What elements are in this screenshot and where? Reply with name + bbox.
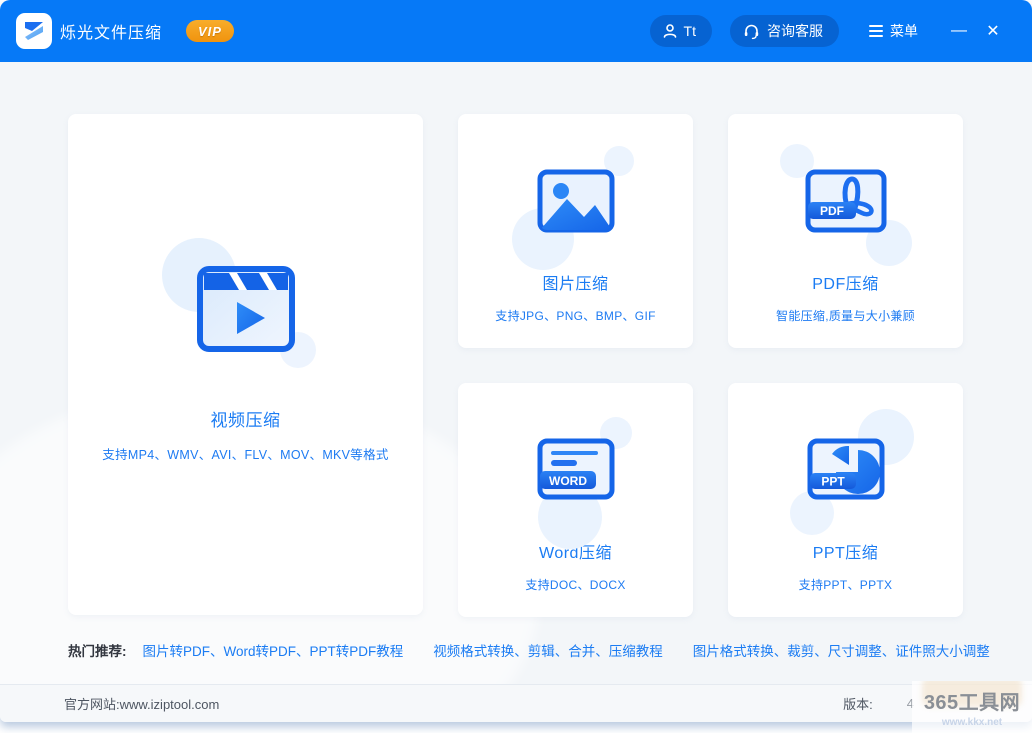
card-ppt-compress[interactable]: PPT PPT压缩 支持PPT、PPTX — [728, 383, 963, 617]
card-subtitle: 支持DOC、DOCX — [525, 576, 625, 593]
card-image-compress[interactable]: 图片压缩 支持JPG、PNG、BMP、GIF — [458, 114, 693, 348]
card-title: 视频压缩 — [211, 406, 281, 431]
app-window: 烁光文件压缩 VIP Tt 咨询客服 菜 — [0, 0, 1032, 722]
word-compress-icon: WORD — [534, 435, 618, 505]
main-area: 视频压缩 支持MP4、WMV、AVI、FLV、MOV、MKV等格式 — [0, 62, 1032, 684]
pdf-compress-icon: PDF — [802, 166, 890, 236]
watermark: 365工具网 www.kkx.net — [912, 681, 1032, 733]
card-title: PDF压缩 — [812, 270, 879, 294]
menu-label: 菜单 — [890, 21, 918, 41]
support-button[interactable]: 咨询客服 — [730, 15, 839, 47]
card-subtitle: 支持MP4、WMV、AVI、FLV、MOV、MKV等格式 — [102, 444, 388, 463]
footer-bar: 官方网站:www.iziptool.com 版本: 4 — [0, 684, 1032, 722]
hot-link-video-tutorials[interactable]: 视频格式转换、剪辑、合并、压缩教程 — [433, 640, 663, 660]
official-website: 官方网站:www.iziptool.com — [64, 694, 219, 713]
ppt-compress-icon: PPT — [804, 435, 888, 505]
ppt-badge-label: PPT — [821, 475, 845, 489]
image-compress-icon — [534, 166, 618, 236]
hot-link-image-tutorials[interactable]: 图片格式转换、裁剪、尺寸调整、证件照大小调整 — [693, 640, 990, 660]
app-title: 烁光文件压缩 — [60, 0, 162, 62]
close-button[interactable]: ✕ — [976, 21, 1010, 41]
card-subtitle: 智能压缩,质量与大小兼顾 — [776, 307, 915, 324]
card-subtitle: 支持PPT、PPTX — [799, 576, 893, 593]
card-title: 图片压缩 — [542, 270, 608, 294]
hot-label: 热门推荐: — [68, 640, 127, 660]
video-compress-icon — [196, 265, 296, 353]
app-logo-icon — [22, 19, 46, 43]
support-label: 咨询客服 — [767, 21, 823, 41]
hot-link-pdf-tutorials[interactable]: 图片转PDF、Word转PDF、PPT转PDF教程 — [143, 640, 404, 660]
card-pdf-compress[interactable]: PDF PDF压缩 智能压缩,质量与大小兼顾 — [728, 114, 963, 348]
pdf-badge-label: PDF — [820, 204, 844, 218]
hot-recommendations: 热门推荐: 图片转PDF、Word转PDF、PPT转PDF教程 视频格式转换、剪… — [68, 640, 1032, 660]
card-word-compress[interactable]: WORD Word压缩 支持DOC、DOCX — [458, 383, 693, 617]
account-button[interactable]: Tt — [650, 15, 712, 47]
minimize-button[interactable]: — — [942, 22, 976, 40]
hamburger-icon — [869, 25, 883, 37]
card-subtitle: 支持JPG、PNG、BMP、GIF — [495, 307, 655, 324]
user-icon — [662, 23, 678, 39]
card-title: PPT压缩 — [813, 539, 879, 563]
watermark-brand: 365工具网 — [924, 686, 1020, 715]
card-video-compress[interactable]: 视频压缩 支持MP4、WMV、AVI、FLV、MOV、MKV等格式 — [68, 114, 423, 615]
word-badge-label: WORD — [549, 474, 587, 488]
menu-button[interactable]: 菜单 — [869, 21, 918, 41]
headset-icon — [743, 23, 760, 40]
vip-badge[interactable]: VIP — [186, 20, 234, 42]
version-label: 版本: — [843, 694, 873, 713]
version-info: 版本: 4 — [843, 694, 914, 713]
account-label: Tt — [684, 23, 696, 39]
app-logo — [16, 13, 52, 49]
watermark-site: www.kkx.net — [942, 717, 1002, 728]
title-bar: 烁光文件压缩 VIP Tt 咨询客服 菜 — [0, 0, 1032, 62]
